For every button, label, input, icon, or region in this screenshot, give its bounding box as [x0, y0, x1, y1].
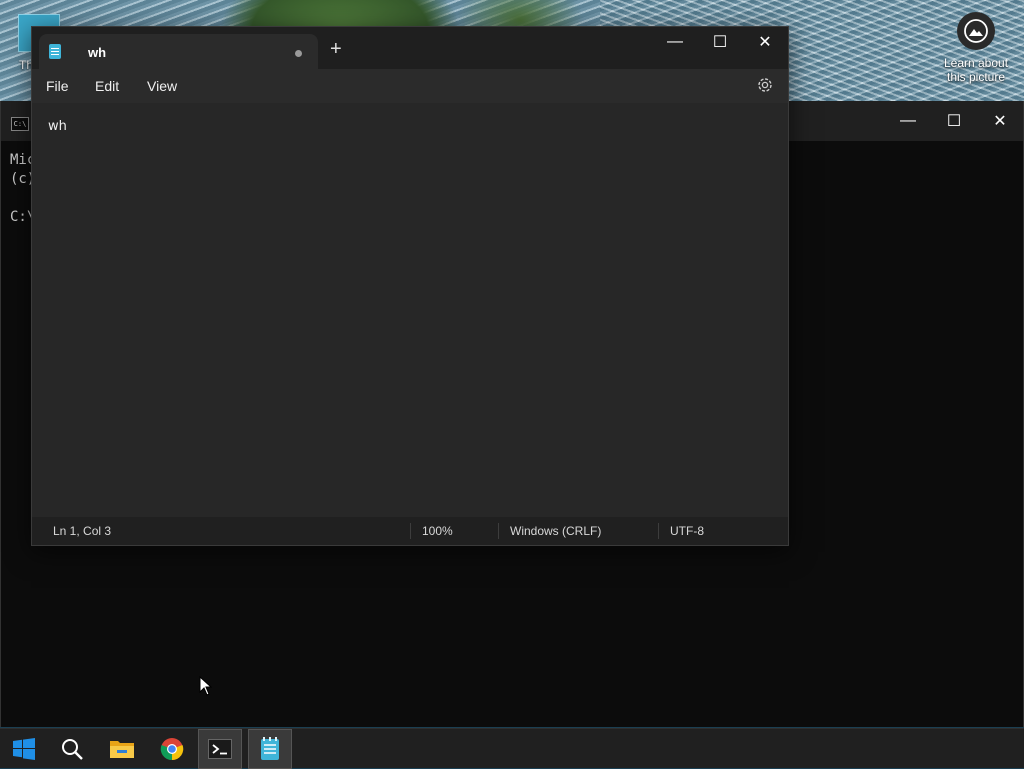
notepad-maximize-button[interactable]: ☐	[697, 27, 743, 57]
status-bar: Ln 1, Col 3 100% Windows (CRLF) UTF-8	[32, 517, 788, 545]
notepad-window[interactable]: wh + — ☐ ✕ File Edit View wh Ln 1, Col 3…	[31, 26, 789, 546]
settings-gear-icon[interactable]	[756, 76, 774, 94]
status-divider	[498, 523, 499, 539]
mouse-pointer-icon	[199, 676, 213, 696]
terminal-icon	[208, 739, 232, 759]
chrome-icon	[160, 738, 184, 761]
encoding: UTF-8	[670, 524, 704, 538]
learn-about-label: Learn about this picture	[943, 56, 1009, 84]
taskbar	[0, 728, 1024, 769]
notepad-minimize-button[interactable]: —	[652, 27, 698, 57]
new-tab-button[interactable]: +	[330, 39, 342, 59]
notepad-taskbar-button[interactable]	[248, 729, 292, 769]
file-explorer-button[interactable]	[100, 729, 144, 769]
menu-bar: File Edit View	[32, 69, 788, 103]
notepad-icon	[49, 44, 61, 59]
terminal-maximize-button[interactable]: ☐	[931, 106, 977, 136]
camera-icon	[957, 12, 995, 50]
editor-content[interactable]: wh	[48, 119, 67, 134]
search-button[interactable]	[50, 729, 94, 769]
terminal-minimize-button[interactable]: —	[885, 106, 931, 136]
status-divider	[410, 523, 411, 539]
menu-file[interactable]: File	[46, 78, 69, 94]
notepad-titlebar[interactable]: wh + — ☐ ✕	[32, 27, 788, 69]
learn-about-picture[interactable]: Learn about this picture	[936, 12, 1016, 84]
status-divider	[658, 523, 659, 539]
unsaved-dot-icon[interactable]	[295, 50, 302, 57]
notepad-icon	[261, 737, 279, 760]
terminal-taskbar-button[interactable]	[198, 729, 242, 769]
cursor-position: Ln 1, Col 3	[53, 524, 112, 538]
folder-icon	[110, 741, 134, 758]
search-icon	[62, 739, 83, 760]
start-button[interactable]	[2, 729, 46, 769]
notepad-tab[interactable]: wh	[39, 34, 318, 69]
line-ending: Windows (CRLF)	[510, 524, 602, 538]
chrome-button[interactable]	[150, 729, 194, 769]
windows-logo-icon	[13, 738, 35, 760]
zoom-level: 100%	[422, 524, 453, 538]
notepad-close-button[interactable]: ✕	[742, 27, 788, 57]
terminal-close-button[interactable]: ✕	[977, 106, 1023, 136]
tab-title: wh	[88, 45, 107, 60]
text-editor[interactable]: wh	[32, 103, 788, 513]
menu-view[interactable]: View	[147, 78, 177, 94]
cmd-icon: C:\	[11, 117, 29, 131]
menu-edit[interactable]: Edit	[95, 78, 119, 94]
